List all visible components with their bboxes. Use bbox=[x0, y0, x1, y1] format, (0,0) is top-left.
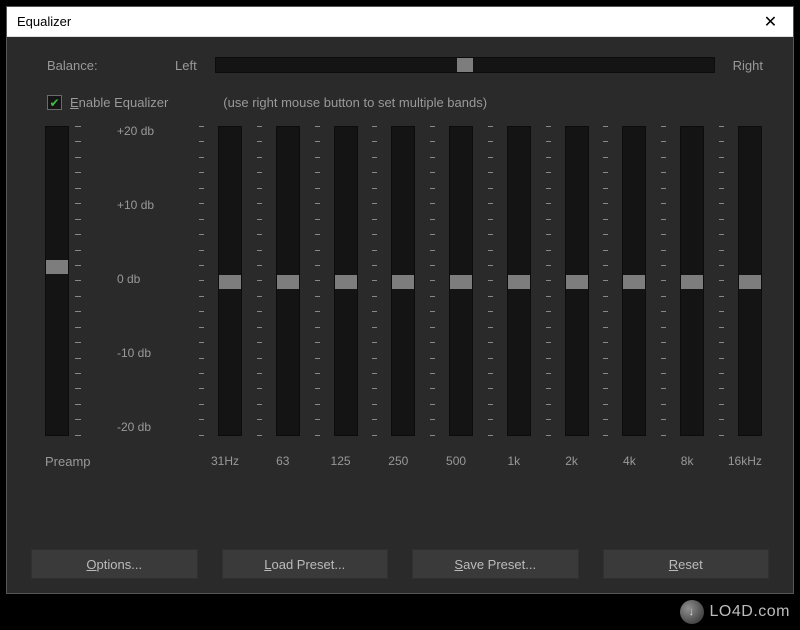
db-label: +20 db bbox=[117, 124, 177, 138]
band-slider[interactable] bbox=[276, 126, 300, 436]
eq-band bbox=[201, 126, 249, 486]
band-slider[interactable] bbox=[565, 126, 589, 436]
band-thumb[interactable] bbox=[623, 275, 645, 289]
freq-label: 31Hz bbox=[201, 454, 249, 468]
preamp-thumb[interactable] bbox=[46, 260, 68, 274]
band-tick-marks bbox=[661, 126, 666, 436]
db-label: -10 db bbox=[117, 346, 177, 360]
band-thumb[interactable] bbox=[219, 275, 241, 289]
band-thumb[interactable] bbox=[392, 275, 414, 289]
button-row: Options... Load Preset... Save Preset...… bbox=[31, 549, 769, 579]
eq-band bbox=[374, 126, 422, 486]
eq-band bbox=[259, 126, 307, 486]
balance-left-label: Left bbox=[175, 58, 197, 73]
db-label: -20 db bbox=[117, 420, 177, 434]
band-slider[interactable] bbox=[738, 126, 762, 436]
freq-label: 16kHz bbox=[721, 454, 769, 468]
band-slider[interactable] bbox=[391, 126, 415, 436]
check-icon: ✔ bbox=[47, 95, 62, 110]
band-slider[interactable] bbox=[507, 126, 531, 436]
band-slider[interactable] bbox=[622, 126, 646, 436]
watermark-text: LO4D.com bbox=[710, 603, 790, 621]
enable-equalizer-checkbox[interactable]: ✔ Enable Equalizer bbox=[47, 95, 168, 110]
eq-band bbox=[663, 126, 711, 486]
band-thumb[interactable] bbox=[335, 275, 357, 289]
slider-area: +20 db +10 db 0 db -10 db -20 db Preamp … bbox=[31, 126, 769, 486]
content-panel: Balance: Left Right ✔ Enable Equalizer (… bbox=[7, 37, 793, 593]
db-scale-labels: +20 db +10 db 0 db -10 db -20 db bbox=[117, 126, 177, 436]
band-tick-marks bbox=[430, 126, 435, 436]
hint-text: (use right mouse button to set multiple … bbox=[223, 95, 487, 110]
download-icon: ↓ bbox=[680, 600, 704, 624]
preamp-tick-marks bbox=[75, 126, 85, 436]
db-label: 0 db bbox=[117, 272, 177, 286]
band-tick-marks bbox=[719, 126, 724, 436]
eq-band bbox=[721, 126, 769, 486]
band-slider[interactable] bbox=[680, 126, 704, 436]
band-tick-marks bbox=[546, 126, 551, 436]
freq-label: 250 bbox=[374, 454, 422, 468]
band-slider[interactable] bbox=[449, 126, 473, 436]
close-icon[interactable]: ✕ bbox=[748, 7, 793, 37]
band-tick-marks bbox=[257, 126, 262, 436]
band-tick-marks bbox=[603, 126, 608, 436]
band-tick-marks bbox=[372, 126, 377, 436]
band-thumb[interactable] bbox=[681, 275, 703, 289]
window-title: Equalizer bbox=[17, 14, 748, 29]
db-label: +10 db bbox=[117, 198, 177, 212]
enable-label: Enable Equalizer bbox=[70, 95, 168, 110]
band-thumb[interactable] bbox=[739, 275, 761, 289]
enable-row: ✔ Enable Equalizer (use right mouse butt… bbox=[7, 85, 793, 116]
eq-band bbox=[605, 126, 653, 486]
preamp-group: +20 db +10 db 0 db -10 db -20 db bbox=[45, 126, 195, 486]
freq-label: 63 bbox=[259, 454, 307, 468]
balance-label: Balance: bbox=[47, 58, 157, 73]
eq-band bbox=[548, 126, 596, 486]
freq-label: 500 bbox=[432, 454, 480, 468]
balance-thumb[interactable] bbox=[457, 58, 473, 72]
save-preset-button[interactable]: Save Preset... bbox=[412, 549, 579, 579]
band-thumb[interactable] bbox=[508, 275, 530, 289]
band-slider[interactable] bbox=[218, 126, 242, 436]
balance-row: Balance: Left Right bbox=[7, 37, 793, 85]
band-thumb[interactable] bbox=[277, 275, 299, 289]
preamp-label: Preamp bbox=[45, 454, 91, 469]
band-slider[interactable] bbox=[334, 126, 358, 436]
freq-label: 125 bbox=[317, 454, 365, 468]
band-thumb[interactable] bbox=[566, 275, 588, 289]
band-tick-marks bbox=[199, 126, 204, 436]
eq-band bbox=[432, 126, 480, 486]
eq-band bbox=[490, 126, 538, 486]
band-tick-marks bbox=[315, 126, 320, 436]
band-tick-marks bbox=[488, 126, 493, 436]
eq-band bbox=[317, 126, 365, 486]
frequency-labels: 31Hz 63 125 250 500 1k 2k 4k 8k 16kHz bbox=[201, 454, 769, 468]
freq-label: 2k bbox=[548, 454, 596, 468]
freq-label: 8k bbox=[663, 454, 711, 468]
load-preset-button[interactable]: Load Preset... bbox=[222, 549, 389, 579]
options-button[interactable]: Options... bbox=[31, 549, 198, 579]
balance-slider[interactable] bbox=[215, 57, 715, 73]
freq-label: 1k bbox=[490, 454, 538, 468]
preamp-slider[interactable] bbox=[45, 126, 69, 436]
reset-button[interactable]: Reset bbox=[603, 549, 770, 579]
equalizer-window: Equalizer ✕ Balance: Left Right ✔ Enable… bbox=[6, 6, 794, 594]
titlebar: Equalizer ✕ bbox=[7, 7, 793, 37]
eq-bands bbox=[201, 126, 769, 486]
band-thumb[interactable] bbox=[450, 275, 472, 289]
watermark: ↓ LO4D.com bbox=[680, 600, 790, 624]
freq-label: 4k bbox=[605, 454, 653, 468]
balance-right-label: Right bbox=[733, 58, 763, 73]
